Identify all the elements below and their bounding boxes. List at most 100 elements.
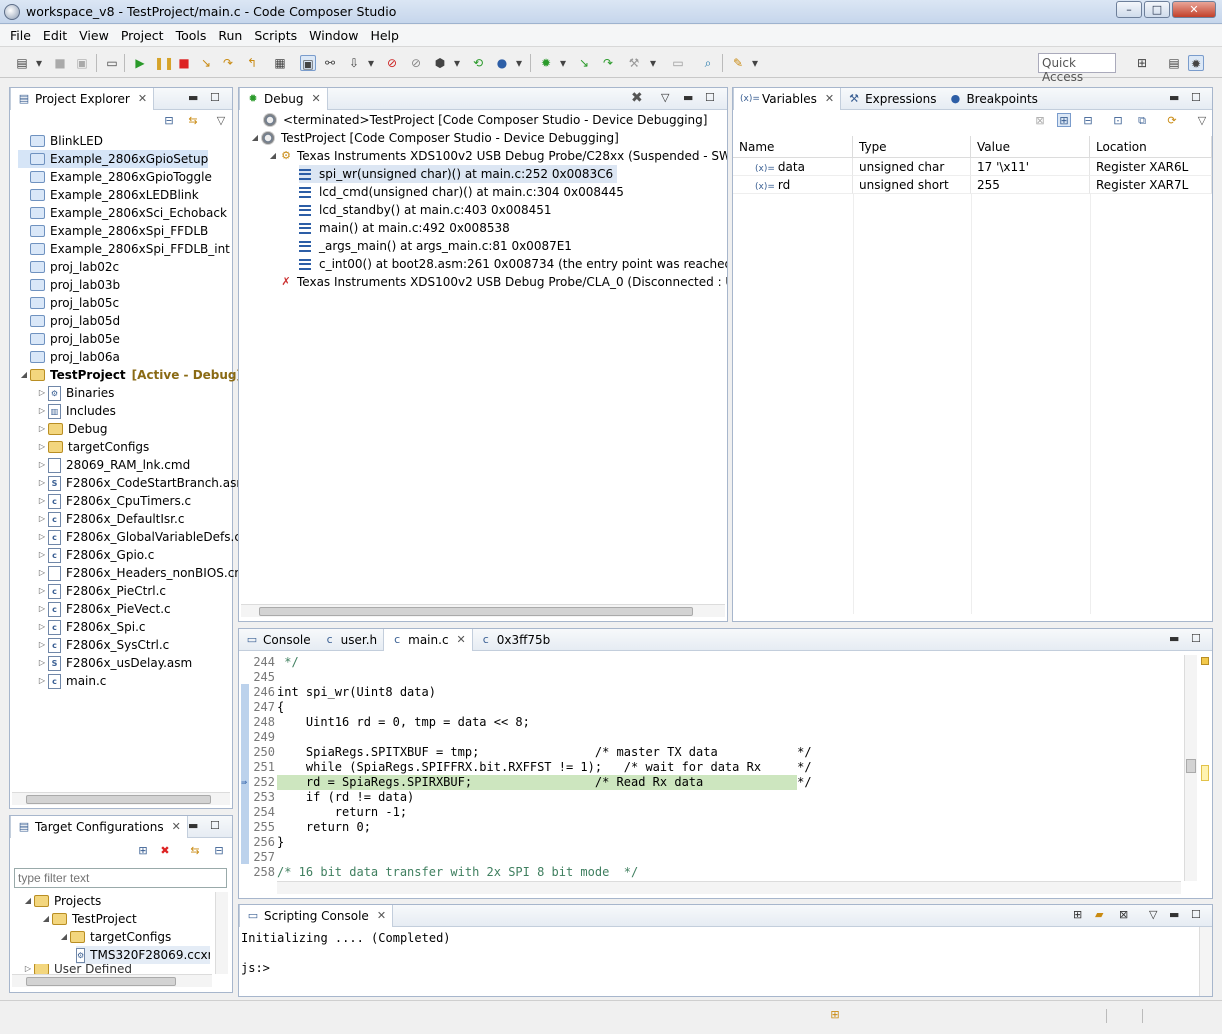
load-dropdown-icon[interactable]: ▾	[366, 55, 376, 71]
close-window-button[interactable]: ✕	[1172, 1, 1216, 18]
resume-icon[interactable]: ▶	[132, 55, 148, 71]
tree-item-project[interactable]: proj_lab03b	[18, 276, 120, 294]
stack-frame-row[interactable]: main() at main.c:492 0x008538	[299, 219, 510, 237]
table-row[interactable]: (x)= rd	[733, 176, 853, 194]
maximize-icon[interactable]: ☐	[210, 819, 220, 832]
menu-help[interactable]: Help	[364, 28, 405, 43]
tree-item-file[interactable]: ▷ c main.c	[36, 672, 106, 690]
stack-frame-row[interactable]: lcd_cmd(unsigned char)() at main.c:304 0…	[299, 183, 624, 201]
debug-row-session[interactable]: ◢ TestProject [Code Composer Studio - Dev…	[249, 129, 619, 147]
collapse-all-icon[interactable]: ⊟	[162, 114, 176, 128]
refresh-icon[interactable]: ⟳	[1165, 114, 1179, 128]
tree-item-project[interactable]: proj_lab05d	[18, 312, 120, 330]
tree-item-file[interactable]: ▷ c F2806x_SysCtrl.c	[36, 636, 169, 654]
status-icon[interactable]: ⊞	[828, 1008, 842, 1022]
new-script-icon[interactable]: ⊞	[1073, 908, 1082, 921]
show-type-names-icon[interactable]: ⊠	[1033, 114, 1047, 128]
vertical-scrollbar[interactable]	[1199, 927, 1212, 996]
terminal-icon[interactable]: ▭	[104, 55, 120, 71]
tree-item-file[interactable]: ▷ S F2806x_usDelay.asm	[36, 654, 192, 672]
tab-expressions[interactable]: ⚒ Expressions	[841, 88, 942, 110]
maximize-button[interactable]: □	[1144, 1, 1170, 18]
table-cell[interactable]: 17 '\x11'	[971, 158, 1090, 176]
column-header-name[interactable]: Name	[733, 136, 853, 158]
tree-item-file[interactable]: ▷ F2806x_Headers_nonBIOS.cmd	[36, 564, 254, 582]
tree-item-project[interactable]: Example_2806xGpioSetup	[18, 150, 209, 168]
minimize-icon[interactable]: ▬	[1169, 632, 1179, 645]
maximize-icon[interactable]: ☐	[705, 91, 715, 104]
tree-item-project[interactable]: Example_2806xSpi_FFDLB	[18, 222, 208, 240]
save-icon[interactable]: ■	[52, 55, 68, 71]
minimize-icon[interactable]: ▬	[1169, 91, 1179, 104]
menu-edit[interactable]: Edit	[37, 28, 73, 43]
close-icon[interactable]: ✕	[457, 633, 466, 646]
tree-item-project[interactable]: proj_lab06a	[18, 348, 120, 366]
tab-target-configurations[interactable]: ▤ Target Configurations ✕	[10, 815, 188, 838]
tool-dropdown-icon[interactable]: ▾	[750, 55, 760, 71]
menu-project[interactable]: Project	[115, 28, 170, 43]
step-over-icon[interactable]: ↷	[220, 55, 236, 71]
tree-item-file[interactable]: ▷ c F2806x_GlobalVariableDefs.c	[36, 528, 241, 546]
tree-item-project[interactable]: BlinkLED	[18, 132, 103, 150]
minimize-icon[interactable]: ▬	[188, 819, 198, 832]
debug-row-c28xx[interactable]: ◢ ⚙ Texas Instruments XDS100v2 USB Debug P…	[267, 147, 727, 165]
tree-item-project[interactable]: Example_2806xSci_Echoback	[18, 204, 227, 222]
new-dropdown-icon[interactable]: ▾	[34, 55, 44, 71]
stack-frame-row[interactable]: _args_main() at args_main.c:81 0x0087E1	[299, 237, 572, 255]
menu-scripts[interactable]: Scripts	[248, 28, 303, 43]
step-into-icon[interactable]: ↘	[198, 55, 214, 71]
vertical-scrollbar[interactable]	[215, 892, 228, 974]
menu-tools[interactable]: Tools	[170, 28, 213, 43]
tree-item-active-project[interactable]: ◢ TestProject [Active - Debug]	[18, 366, 242, 384]
debug-launch-icon[interactable]: ●	[494, 55, 510, 71]
debug-row-cla[interactable]: ✗ Texas Instruments XDS100v2 USB Debug Pr…	[279, 273, 727, 291]
table-cell[interactable]: 255	[971, 176, 1090, 194]
view-menu-icon[interactable]: ▽	[214, 114, 228, 128]
delete-icon[interactable]: ✖	[158, 844, 172, 858]
remove-terminated-icon[interactable]: ✖	[631, 90, 643, 106]
tree-item-project[interactable]: proj_lab02c	[18, 258, 119, 276]
tab-debug[interactable]: ✹ Debug ✕	[239, 87, 328, 110]
menu-view[interactable]: View	[73, 28, 115, 43]
maximize-icon[interactable]: ☐	[1191, 908, 1201, 921]
open-perspective-icon[interactable]: ⊞	[1134, 55, 1150, 71]
tool-icon[interactable]: ✎	[730, 55, 746, 71]
new-icon[interactable]: ▤	[14, 55, 30, 71]
collapse-all-icon[interactable]: ⊟	[1081, 114, 1095, 128]
assembly-step-over-icon[interactable]: ↷	[600, 55, 616, 71]
tab-address[interactable]: c 0x3ff75b	[473, 629, 557, 651]
maximize-icon[interactable]: ☐	[1191, 91, 1201, 104]
select-all-icon[interactable]: ⧉	[1135, 114, 1149, 128]
minimize-icon[interactable]: ▬	[1169, 908, 1179, 921]
horizontal-scrollbar[interactable]	[277, 881, 1181, 894]
tree-item-file[interactable]: ▷ c F2806x_Spi.c	[36, 618, 146, 636]
step-return-icon[interactable]: ↰	[244, 55, 260, 71]
tree-item-project[interactable]: Example_2806xGpioToggle	[18, 168, 212, 186]
collapse-all-icon[interactable]: ⊟	[212, 844, 226, 858]
tree-item-file[interactable]: ▷ 28069_RAM_lnk.cmd	[36, 456, 190, 474]
close-icon[interactable]: ✕	[311, 92, 320, 105]
horizontal-scrollbar[interactable]	[12, 974, 212, 987]
code-area[interactable]: 244 */ 245 246 int spi_wr(Uint8 data) 247…	[239, 655, 1197, 881]
tab-main-c[interactable]: c main.c ✕	[383, 628, 473, 651]
skip-breakpoints-icon[interactable]: ⊘	[408, 55, 424, 71]
column-header-type[interactable]: Type	[853, 136, 971, 158]
tree-item-testproject[interactable]: ◢ TestProject	[40, 910, 137, 928]
maximize-icon[interactable]: ☐	[1191, 632, 1201, 645]
save-all-icon[interactable]: ▣	[74, 55, 90, 71]
tree-item-targetconfigs[interactable]: ◢ targetConfigs	[58, 928, 171, 946]
quick-access-input[interactable]: Quick Access	[1038, 53, 1116, 84]
terminate-icon[interactable]: ■	[176, 55, 192, 71]
tab-project-explorer[interactable]: ▤ Project Explorer ✕	[10, 87, 155, 110]
stack-frame-row[interactable]: lcd_standby() at main.c:403 0x008451	[299, 201, 552, 219]
new-variable-icon[interactable]: ⊡	[1111, 114, 1125, 128]
close-icon[interactable]: ✕	[825, 92, 834, 105]
chip-dropdown-icon[interactable]: ▾	[452, 55, 462, 71]
expand-arrow-icon[interactable]: ◢	[18, 366, 30, 384]
refresh-icon[interactable]: ⇆	[188, 844, 202, 858]
tree-item-file[interactable]: ▷ c F2806x_CpuTimers.c	[36, 492, 191, 510]
table-row[interactable]: (x)= data	[733, 158, 853, 176]
tree-item-project[interactable]: proj_lab05c	[18, 294, 119, 312]
new-target-config-icon[interactable]: ⊞	[136, 844, 150, 858]
ccs-debug-perspective-icon[interactable]: ✹	[1188, 55, 1204, 71]
